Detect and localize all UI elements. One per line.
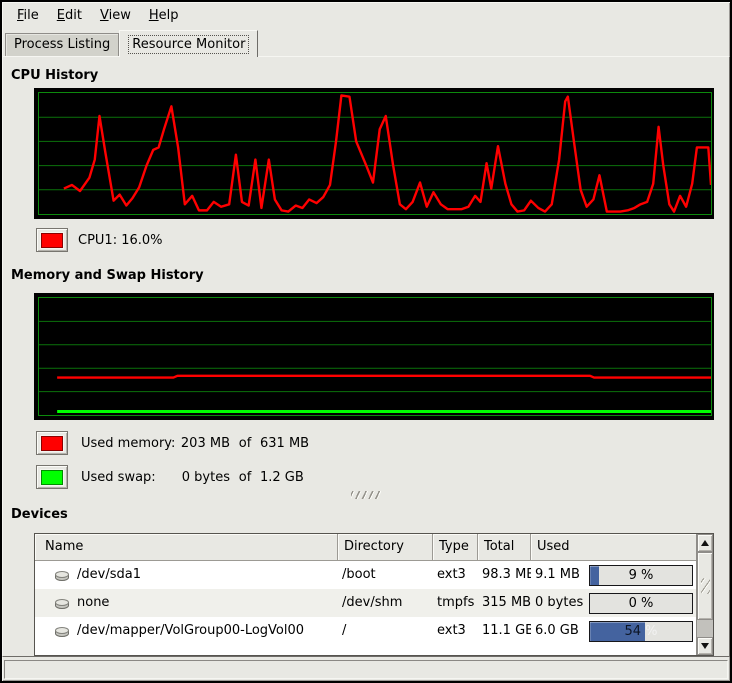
devices-table-header: Name Directory Type Total Used: [35, 534, 696, 561]
table-row[interactable]: /dev/sda1 /boot ext3 98.3 MB 9.1 MB 9 % …: [35, 561, 696, 589]
device-directory: /: [338, 617, 433, 645]
usage-percent-label: 9 %: [590, 566, 692, 585]
memory-color-button[interactable]: [36, 431, 68, 455]
usage-progress-bar: 9 % 9 %: [589, 565, 693, 586]
usage-progress-bar: 0 % 0 %: [589, 593, 693, 614]
cpu-legend-label: CPU1: 16.0%: [78, 233, 163, 248]
swap-of-label: of: [230, 470, 260, 485]
memory-legend-label: Used memory:: [81, 436, 178, 451]
scrollbar-thumb[interactable]: [697, 552, 713, 620]
device-directory: /dev/shm: [338, 589, 433, 617]
scrollbar-down-button[interactable]: [697, 637, 713, 655]
device-used: 6.0 GB: [535, 617, 579, 645]
system-monitor-window: File Edit View Help Process Listing Reso…: [0, 0, 732, 683]
scrollbar-track[interactable]: [697, 620, 713, 637]
swap-used-value: 0 bytes: [178, 470, 230, 485]
device-name: /dev/mapper/VolGroup00-LogVol00: [77, 617, 304, 645]
memory-used-value: 203 MB: [178, 436, 230, 451]
scrollbar-grip-icon: [701, 578, 710, 594]
cpu-history-title: CPU History: [11, 68, 729, 84]
notebook-tabbar: Process Listing Resource Monitor: [2, 29, 730, 56]
devices-title: Devices: [11, 507, 729, 523]
resource-monitor-page: CPU History CPU1: 16.0% Memory and Swap …: [2, 56, 730, 657]
swap-color-button[interactable]: [36, 465, 68, 489]
device-type: ext3: [433, 561, 478, 589]
vertical-scrollbar: [696, 534, 713, 655]
device-used: 9.1 MB: [535, 561, 580, 589]
device-total: 98.3 MB: [478, 561, 531, 589]
memory-legend: Used memory: 203 MB of 631 MB: [36, 431, 729, 455]
menu-help[interactable]: Help: [140, 5, 188, 26]
usage-percent-label: 0 %: [590, 594, 692, 613]
harddisk-icon: [54, 595, 70, 611]
cpu-color-swatch: [41, 233, 63, 248]
table-empty-space: [35, 645, 696, 655]
cpu-history-graph: [34, 88, 714, 219]
device-name: /dev/sda1: [77, 561, 141, 589]
table-row[interactable]: /dev/mapper/VolGroup00-LogVol00 / ext3 1…: [35, 617, 696, 645]
usage-progress-fill: 9 %: [590, 566, 599, 585]
memory-total-value: 631 MB: [260, 436, 309, 451]
device-directory: /boot: [338, 561, 433, 589]
cpu-legend: CPU1: 16.0%: [36, 228, 729, 252]
menubar: File Edit View Help: [2, 2, 730, 29]
swap-legend: Used swap: 0 bytes of 1.2 GB: [36, 465, 729, 489]
arrow-up-icon: [701, 540, 709, 546]
usage-progress-fill: 54 %: [590, 622, 645, 641]
menu-file[interactable]: File: [8, 5, 48, 26]
memory-swap-graph: [34, 293, 714, 420]
statusbar: [4, 660, 728, 679]
device-total: 11.1 GB: [478, 617, 531, 645]
paned-resize-grip[interactable]: [351, 491, 381, 499]
cpu-history-plot: [38, 92, 712, 215]
column-header-name[interactable]: Name: [35, 534, 338, 561]
devices-table-main: Name Directory Type Total Used /dev/sda1…: [35, 534, 696, 655]
tab-process-listing[interactable]: Process Listing: [5, 33, 119, 56]
memory-color-swatch: [41, 436, 63, 451]
menu-edit[interactable]: Edit: [48, 5, 91, 26]
usage-percent-label-filled: 9 %: [590, 566, 599, 585]
swap-color-swatch: [41, 470, 63, 485]
arrow-down-icon: [701, 643, 709, 649]
usage-progress-bar: 54 % 54 %: [589, 621, 693, 642]
swap-legend-label: Used swap:: [81, 470, 178, 485]
devices-table: Name Directory Type Total Used /dev/sda1…: [34, 533, 714, 656]
table-row[interactable]: none /dev/shm tmpfs 315 MB 0 bytes 0 % 0…: [35, 589, 696, 617]
memory-of-label: of: [230, 436, 260, 451]
memory-history-title: Memory and Swap History: [11, 268, 729, 284]
column-header-type[interactable]: Type: [433, 534, 478, 561]
swap-total-value: 1.2 GB: [260, 470, 304, 485]
harddisk-icon: [54, 623, 70, 639]
column-header-total[interactable]: Total: [478, 534, 531, 561]
cpu-color-button[interactable]: [36, 228, 68, 252]
device-type: tmpfs: [433, 589, 478, 617]
memory-swap-plot: [38, 297, 712, 416]
scrollbar-up-button[interactable]: [697, 534, 713, 552]
device-name: none: [77, 589, 109, 617]
column-header-directory[interactable]: Directory: [338, 534, 433, 561]
device-used: 0 bytes: [535, 589, 583, 617]
harddisk-icon: [54, 567, 70, 583]
column-header-used[interactable]: Used: [531, 534, 696, 561]
menu-view[interactable]: View: [91, 5, 140, 26]
device-total: 315 MB: [478, 589, 531, 617]
device-type: ext3: [433, 617, 478, 645]
usage-percent-label-filled: 54 %: [590, 622, 645, 641]
tab-resource-monitor[interactable]: Resource Monitor: [119, 30, 258, 57]
